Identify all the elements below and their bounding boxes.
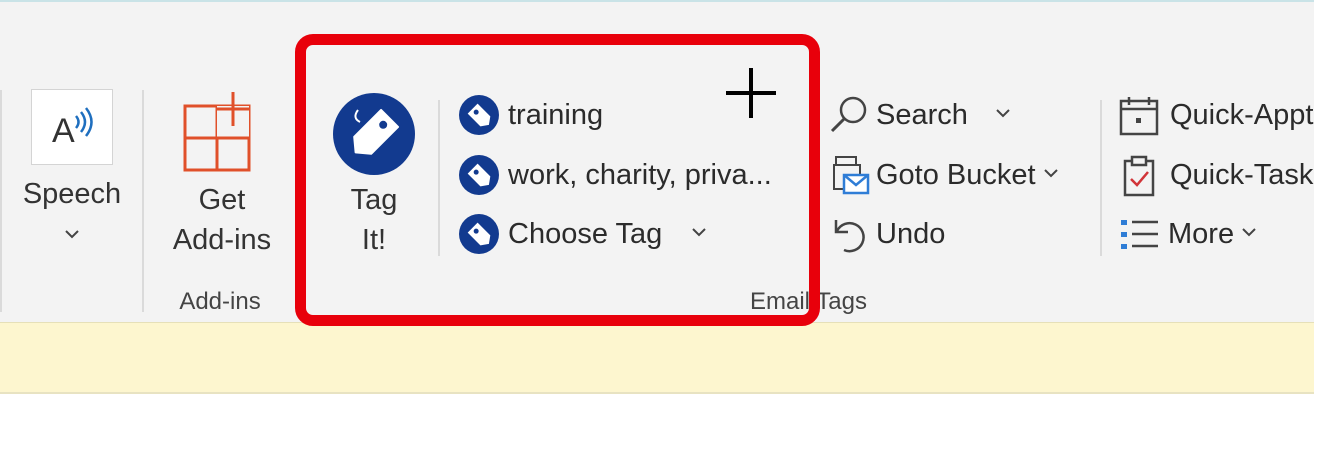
highlight-frame [295,34,820,326]
goto-bucket-label: Goto Bucket [876,158,1036,191]
more-dropdown[interactable]: More [1118,214,1258,254]
ribbon-separator [142,90,144,312]
chevron-down-icon [1042,166,1060,184]
quick-task-button[interactable]: Quick-Task [1120,155,1314,197]
speech-icon: A [31,89,113,165]
addins-group-label: Add-ins [179,288,261,315]
goto-bucket-icon [830,155,870,195]
content-area [0,394,1320,468]
undo-label: Undo [876,217,946,250]
task-icon [1120,155,1160,197]
list-icon [1118,214,1160,254]
quick-appt-label: Quick-Appt [1170,98,1314,131]
goto-bucket-button[interactable]: Goto Bucket [830,155,1060,195]
get-addins-label-line1: Get [198,184,246,216]
more-label: More [1168,217,1235,250]
calendar-icon [1118,95,1160,136]
chevron-down-icon [994,106,1012,124]
quick-task-label: Quick-Task [1170,158,1314,191]
search-label: Search [876,98,968,131]
chevron-down-icon [60,224,84,245]
window-edge [1314,0,1320,468]
svg-text:A: A [52,112,75,150]
chevron-down-icon [1240,225,1258,243]
get-addins-label-line2: Add-ins [172,224,272,256]
search-button[interactable]: Search [828,95,1012,135]
ribbon-separator [0,90,2,312]
speech-label: Speech [22,178,122,210]
search-icon [828,95,870,135]
quick-appt-button[interactable]: Quick-Appt [1118,95,1314,136]
info-bar [0,322,1320,394]
undo-icon [830,214,870,254]
ribbon-separator [1100,100,1102,256]
get-addins-icon [181,90,265,179]
undo-button[interactable]: Undo [830,214,945,254]
